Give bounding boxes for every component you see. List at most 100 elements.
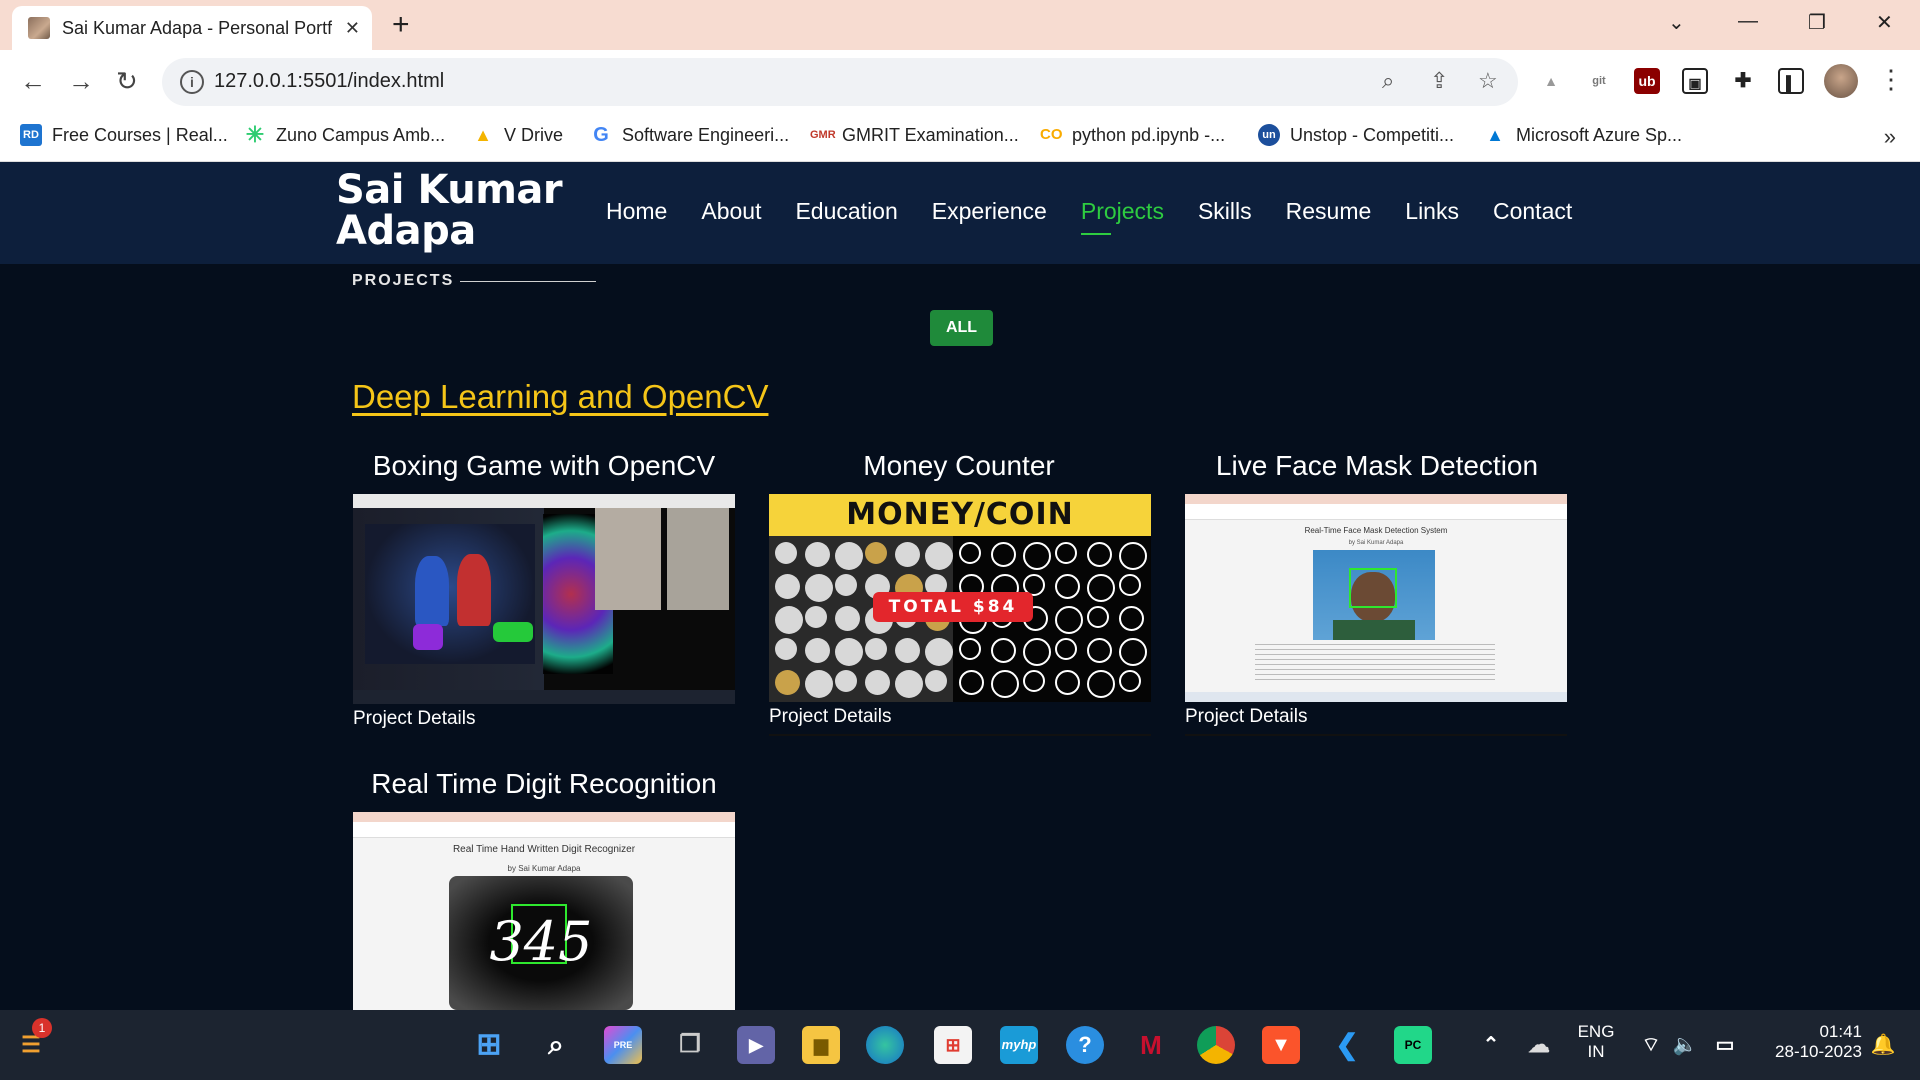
bookmark-label: Free Courses | Real...: [52, 124, 228, 145]
menu-kebab-icon[interactable]: ⋮: [1878, 64, 1904, 95]
chrome-icon[interactable]: [1197, 1026, 1235, 1064]
coin-outline: [1023, 670, 1045, 692]
coin: [805, 606, 827, 628]
coin-outline: [1055, 574, 1080, 599]
forward-arrow-icon[interactable]: →: [68, 66, 94, 96]
bookmark-item[interactable]: ✳ Zuno Campus Amb...: [244, 124, 445, 146]
task-view-icon[interactable]: ❐: [671, 1026, 709, 1064]
url-text[interactable]: 127.0.0.1:5501/index.html: [214, 70, 444, 93]
new-tab-icon[interactable]: +: [392, 10, 410, 40]
close-tab-icon[interactable]: ✕: [345, 18, 360, 39]
nav-resume[interactable]: Resume: [1286, 198, 1372, 225]
project-image[interactable]: MONEY/COIN COUNTER TOTAL $84: [769, 494, 1151, 704]
side-panel-icon[interactable]: ▌: [1778, 68, 1804, 94]
filter-all-button[interactable]: ALL: [930, 310, 993, 346]
nav-skills[interactable]: Skills: [1198, 198, 1252, 225]
bookmark-item[interactable]: un Unstop - Competiti...: [1258, 124, 1454, 146]
category-heading-link[interactable]: Deep Learning and OpenCV: [352, 378, 768, 416]
zoom-icon[interactable]: ⌕: [1382, 68, 1394, 94]
coin-outline: [1023, 638, 1051, 666]
bookmark-item[interactable]: RD Free Courses | Real...: [20, 124, 228, 146]
nav-education[interactable]: Education: [795, 198, 897, 225]
project-card-money-counter[interactable]: MONEY/COIN COUNTER TOTAL $84 Project Det…: [769, 494, 1151, 736]
bookmarks-bar: RD Free Courses | Real... ✳ Zuno Campus …: [0, 114, 1920, 162]
vscode-icon[interactable]: ❮: [1328, 1026, 1366, 1064]
coin: [805, 574, 833, 602]
bookmark-label: Unstop - Competiti...: [1290, 124, 1455, 145]
restore-icon[interactable]: ❐: [1808, 10, 1826, 35]
pycharm-icon[interactable]: PC: [1394, 1026, 1432, 1064]
close-window-icon[interactable]: ✕: [1876, 10, 1893, 35]
project-card-boxing[interactable]: Project Details: [353, 494, 735, 736]
screenshot-byline: by Sai Kumar Adapa: [507, 864, 581, 873]
project-details-link[interactable]: Project Details: [769, 702, 1151, 734]
address-bar[interactable]: i 127.0.0.1:5501/index.html ⌕ ⇪ ☆: [162, 58, 1518, 106]
project-card-digit-recognition[interactable]: Real Time Hand Written Digit Recognizer …: [353, 812, 735, 1010]
onedrive-cloud-icon[interactable]: ☁: [1520, 1026, 1558, 1064]
site-logo[interactable]: Sai Kumar Adapa: [336, 170, 563, 252]
file-explorer-icon[interactable]: ▆: [802, 1026, 840, 1064]
edge-icon[interactable]: [866, 1026, 904, 1064]
extensions-puzzle-icon[interactable]: ✚: [1730, 68, 1756, 94]
tab-search-chevron-icon[interactable]: ⌄: [1668, 10, 1685, 35]
search-icon[interactable]: ⌕: [537, 1026, 575, 1064]
copilot-icon[interactable]: PRE: [604, 1026, 642, 1064]
windows-start-icon[interactable]: ⊞: [470, 1026, 508, 1064]
wifi-icon[interactable]: ⌔: [1632, 1026, 1670, 1064]
browser-toolbar: ← → ↻ i 127.0.0.1:5501/index.html ⌕ ⇪ ☆ …: [0, 50, 1920, 114]
project-details-link[interactable]: Project Details: [1185, 702, 1567, 734]
reload-icon[interactable]: ↻: [116, 66, 138, 96]
nav-links[interactable]: Links: [1405, 198, 1459, 225]
show-hidden-icons-chevron[interactable]: ⌃: [1472, 1026, 1510, 1064]
coin-outline: [959, 542, 981, 564]
active-tab[interactable]: Sai Kumar Adapa - Personal Portfolio ✕: [12, 6, 372, 50]
bookmark-item[interactable]: G Software Engineeri...: [590, 124, 789, 146]
project-image[interactable]: [353, 494, 735, 704]
nav-projects[interactable]: Projects: [1080, 198, 1164, 235]
project-image[interactable]: Real Time Hand Written Digit Recognizer …: [353, 812, 735, 1010]
project-image[interactable]: Real-Time Face Mask Detection System by …: [1185, 494, 1567, 704]
nav-experience[interactable]: Experience: [932, 198, 1047, 225]
bookmark-star-icon[interactable]: ☆: [1478, 68, 1498, 94]
nav-home[interactable]: Home: [606, 198, 667, 225]
unstop-icon: un: [1258, 124, 1280, 146]
bookmark-label: GMRIT Examination...: [842, 124, 1019, 145]
mcafee-icon[interactable]: M: [1132, 1026, 1170, 1064]
help-icon[interactable]: ?: [1066, 1026, 1104, 1064]
coin-outline: [1119, 670, 1141, 692]
nav-contact[interactable]: Contact: [1493, 198, 1572, 225]
myhp-icon[interactable]: myhp: [1000, 1026, 1038, 1064]
extension-a-icon[interactable]: ▲: [1538, 68, 1564, 94]
language-indicator[interactable]: ENG IN: [1574, 1022, 1618, 1062]
bookmark-item[interactable]: ▲ V Drive: [472, 124, 563, 146]
coin: [775, 542, 797, 564]
picture-in-picture-icon[interactable]: ▣: [1682, 68, 1708, 94]
share-icon[interactable]: ⇪: [1430, 68, 1448, 94]
clock[interactable]: 01:41 28-10-2023: [1752, 1022, 1862, 1062]
brave-icon[interactable]: ▼: [1262, 1026, 1300, 1064]
bookmark-item[interactable]: CO python pd.ipynb -...: [1040, 124, 1225, 146]
bookmark-label: V Drive: [504, 124, 564, 145]
coin-outline: [1055, 606, 1083, 634]
gitzip-icon[interactable]: git: [1586, 68, 1612, 94]
volume-icon[interactable]: 🔈: [1666, 1026, 1704, 1064]
nav-about[interactable]: About: [701, 198, 761, 225]
notifications-bell-icon[interactable]: 🔔: [1864, 1026, 1902, 1064]
teams-chat-icon[interactable]: ▶: [737, 1026, 775, 1064]
coin-outline: [1087, 638, 1112, 663]
more-bookmarks-icon[interactable]: »: [1884, 124, 1896, 150]
bookmark-item[interactable]: ▲ Microsoft Azure Sp...: [1484, 124, 1682, 146]
ublock-icon[interactable]: ub: [1634, 68, 1660, 94]
windows-taskbar: ☰ 1 ⊞ ⌕ PRE ❐ ▶ ▆ ⊞ myhp ? M ▼ ❮ PC ⌃ ☁ …: [0, 1010, 1920, 1080]
minimize-icon[interactable]: —: [1738, 10, 1758, 33]
microsoft-store-icon[interactable]: ⊞: [934, 1026, 972, 1064]
back-arrow-icon[interactable]: ←: [20, 66, 46, 96]
section-title: PROJECTS: [352, 272, 455, 289]
battery-icon[interactable]: ▭: [1706, 1026, 1744, 1064]
bookmark-item[interactable]: GMR GMRIT Examination...: [810, 124, 1019, 146]
site-info-icon[interactable]: i: [180, 70, 204, 94]
profile-avatar[interactable]: [1824, 64, 1858, 98]
project-details-link[interactable]: Project Details: [353, 704, 735, 736]
project-card-face-mask[interactable]: Real-Time Face Mask Detection System by …: [1185, 494, 1567, 736]
coin: [835, 606, 860, 631]
